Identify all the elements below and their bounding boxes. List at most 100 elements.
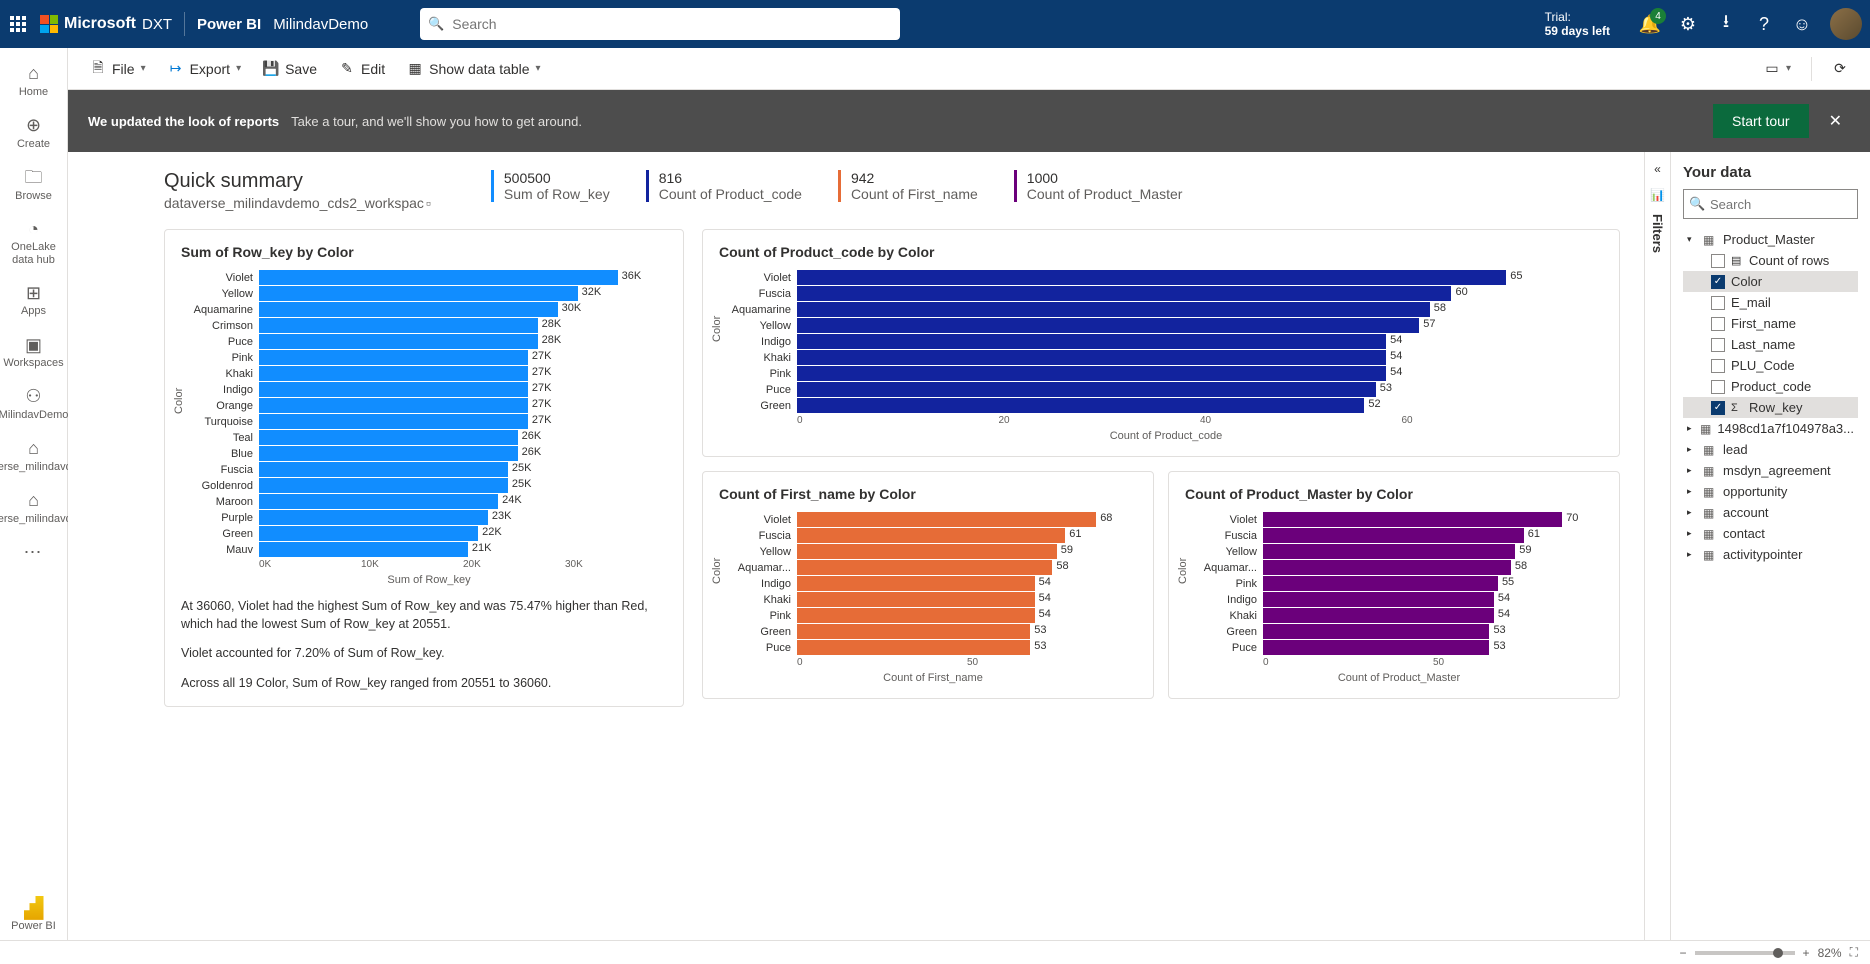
zoom-out-button[interactable]: − [1680, 946, 1687, 960]
bar-row[interactable]: Aquamarine 30K [191, 302, 667, 317]
help-icon[interactable]: ? [1754, 14, 1774, 34]
chart-card-rowkey[interactable]: Sum of Row_key by Color Color Violet 36K… [164, 229, 684, 707]
table-node-product-master[interactable]: ▾ ▦ Product_Master [1683, 229, 1858, 250]
app-name[interactable]: Power BI [197, 16, 261, 33]
feedback-icon[interactable]: ☺ [1792, 14, 1812, 34]
nav-more[interactable]: ⋯ [0, 535, 68, 571]
field-row[interactable]: ✓ΣRow_key [1683, 397, 1858, 418]
bar-row[interactable]: Violet 68 [729, 512, 1137, 527]
bar-row[interactable]: Pink 55 [1195, 576, 1603, 591]
bar-row[interactable]: Yellow 32K [191, 286, 667, 301]
field-row[interactable]: E_mail [1683, 292, 1858, 313]
field-row[interactable]: Product_code [1683, 376, 1858, 397]
table-node[interactable]: ▸▦lead [1683, 439, 1858, 460]
bar-row[interactable]: Fuscia 60 [729, 286, 1603, 301]
checkbox[interactable] [1711, 317, 1725, 331]
edit-datasource-icon[interactable]: ▫ [426, 195, 431, 211]
chart-card-productmaster[interactable]: Count of Product_Master by Color Color V… [1168, 471, 1620, 699]
bar-row[interactable]: Orange 27K [191, 398, 667, 413]
nav-ws-milindav[interactable]: ⚇MilindavDemo [0, 379, 68, 429]
bar-row[interactable]: Yellow 59 [729, 544, 1137, 559]
bar-row[interactable]: Fuscia 25K [191, 462, 667, 477]
bar-row[interactable]: Aquamar... 58 [729, 560, 1137, 575]
field-row[interactable]: ✓Color [1683, 271, 1858, 292]
kpi-card[interactable]: 1000Count of Product_Master [1014, 170, 1183, 202]
bar-row[interactable]: Yellow 59 [1195, 544, 1603, 559]
trial-status[interactable]: Trial: 59 days left [1545, 10, 1610, 39]
bar-row[interactable]: Puce 53 [729, 640, 1137, 655]
field-row[interactable]: Last_name [1683, 334, 1858, 355]
search-input[interactable] [420, 8, 900, 40]
nav-home[interactable]: ⌂Home [0, 56, 68, 106]
nav-browse[interactable]: 🗀Browse [0, 160, 68, 210]
nav-create[interactable]: ⊕Create [0, 108, 68, 158]
checkbox[interactable]: ✓ [1711, 401, 1725, 415]
settings-icon[interactable]: ⚙ [1678, 14, 1698, 34]
bar-row[interactable]: Puce 28K [191, 334, 667, 349]
workspace-name[interactable]: MilindavDemo [273, 16, 368, 33]
bar-row[interactable]: Purple 23K [191, 510, 667, 525]
download-icon[interactable]: ⭳ [1716, 14, 1736, 34]
start-tour-button[interactable]: Start tour [1713, 104, 1809, 138]
bar-row[interactable]: Indigo 54 [729, 576, 1137, 591]
field-row[interactable]: First_name [1683, 313, 1858, 334]
zoom-slider[interactable] [1695, 951, 1795, 955]
bar-row[interactable]: Blue 26K [191, 446, 667, 461]
bar-row[interactable]: Khaki 54 [729, 592, 1137, 607]
chart-card-firstname[interactable]: Count of First_name by Color Color Viole… [702, 471, 1154, 699]
checkbox[interactable]: ✓ [1711, 275, 1725, 289]
notifications-icon[interactable]: 🔔4 [1640, 14, 1660, 34]
bar-row[interactable]: Indigo 27K [191, 382, 667, 397]
bar-row[interactable]: Fuscia 61 [1195, 528, 1603, 543]
bar-row[interactable]: Mauv 21K [191, 542, 667, 557]
bar-row[interactable]: Teal 26K [191, 430, 667, 445]
bar-row[interactable]: Goldenrod 25K [191, 478, 667, 493]
bar-row[interactable]: Green 53 [729, 624, 1137, 639]
checkbox[interactable] [1711, 338, 1725, 352]
bar-row[interactable]: Khaki 27K [191, 366, 667, 381]
bar-row[interactable]: Crimson 28K [191, 318, 667, 333]
field-row[interactable]: PLU_Code [1683, 355, 1858, 376]
table-node[interactable]: ▸▦contact [1683, 523, 1858, 544]
bar-row[interactable]: Pink 54 [729, 366, 1603, 381]
bar-row[interactable]: Fuscia 61 [729, 528, 1137, 543]
bar-row[interactable]: Pink 54 [729, 608, 1137, 623]
bar-row[interactable]: Pink 27K [191, 350, 667, 365]
bar-row[interactable]: Indigo 54 [729, 334, 1603, 349]
bar-row[interactable]: Violet 65 [729, 270, 1603, 285]
table-node[interactable]: ▸▦opportunity [1683, 481, 1858, 502]
bar-row[interactable]: Violet 70 [1195, 512, 1603, 527]
bar-row[interactable]: Green 22K [191, 526, 667, 541]
bar-row[interactable]: Aquamarine 58 [729, 302, 1603, 317]
view-mode[interactable]: ▭▾ [1754, 57, 1801, 81]
checkbox[interactable] [1711, 254, 1725, 268]
table-node[interactable]: ▸▦msdyn_agreement [1683, 460, 1858, 481]
bar-row[interactable]: Violet 36K [191, 270, 667, 285]
bar-row[interactable]: Puce 53 [1195, 640, 1603, 655]
filters-pane-collapsed[interactable]: « 📊 Filters [1644, 152, 1670, 940]
checkbox[interactable] [1711, 296, 1725, 310]
close-banner-icon[interactable]: ✕ [1821, 107, 1850, 135]
app-launcher-icon[interactable] [8, 14, 28, 34]
nav-ws-dataverse1[interactable]: ⌂dataverse_milindavdem... [0, 431, 68, 481]
bar-row[interactable]: Green 52 [729, 398, 1603, 413]
bar-row[interactable]: Maroon 24K [191, 494, 667, 509]
refresh-button[interactable]: ⟳ [1822, 57, 1858, 81]
bar-row[interactable]: Yellow 57 [729, 318, 1603, 333]
nav-onelake[interactable]: ◔OneLake data hub [0, 212, 68, 274]
table-node[interactable]: ▸▦1498cd1a7f104978a3... [1683, 418, 1858, 439]
expand-filters-icon[interactable]: « [1654, 162, 1661, 176]
global-search[interactable]: 🔍 [420, 8, 900, 40]
table-node[interactable]: ▸▦activitypointer [1683, 544, 1858, 565]
checkbox[interactable] [1711, 359, 1725, 373]
file-menu[interactable]: 🗎File▾ [80, 57, 156, 81]
fit-to-screen-icon[interactable]: ⛶ [1850, 945, 1858, 960]
table-node[interactable]: ▸▦account [1683, 502, 1858, 523]
bar-row[interactable]: Indigo 54 [1195, 592, 1603, 607]
show-data-table-menu[interactable]: ▦Show data table▾ [397, 57, 550, 81]
field-row[interactable]: ▤Count of rows [1683, 250, 1858, 271]
data-search-input[interactable] [1683, 189, 1858, 219]
nav-apps[interactable]: ⊞Apps [0, 276, 68, 326]
bar-row[interactable]: Puce 53 [729, 382, 1603, 397]
bar-row[interactable]: Green 53 [1195, 624, 1603, 639]
